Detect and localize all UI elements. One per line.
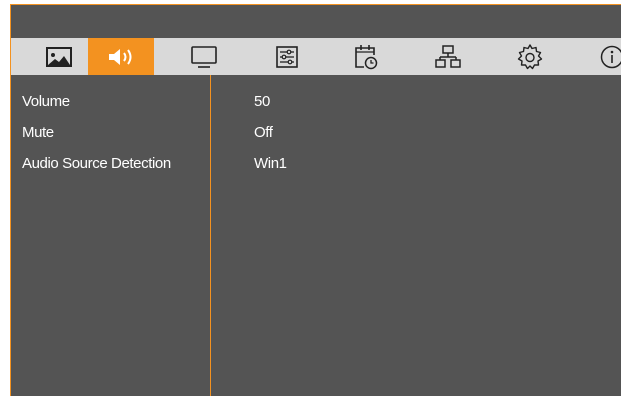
- column-divider: [210, 75, 211, 396]
- network-icon: [435, 44, 461, 68]
- menu-label-audio-source-detection: Audio Source Detection: [22, 155, 171, 172]
- audio-settings-list: Volume 50 Mute Off Audio Source Detectio…: [11, 75, 621, 396]
- tab-adjust[interactable]: [254, 38, 320, 75]
- gear-icon: [517, 43, 543, 69]
- tab-information[interactable]: [579, 38, 621, 75]
- menu-value-volume: 50: [254, 93, 270, 110]
- schedule-clock-icon: [355, 44, 378, 69]
- menu-value-audio-source-detection: Win1: [254, 155, 287, 172]
- tab-system[interactable]: [497, 38, 563, 75]
- info-icon: [600, 45, 621, 68]
- osd-menu-panel: Volume 50 Mute Off Audio Source Detectio…: [10, 4, 621, 396]
- speaker-icon: [109, 48, 132, 65]
- menu-label-volume: Volume: [22, 93, 70, 110]
- tab-picture[interactable]: [26, 38, 92, 75]
- tab-schedule[interactable]: [333, 38, 399, 75]
- menu-value-mute: Off: [254, 124, 273, 141]
- tab-display[interactable]: [171, 38, 237, 75]
- monitor-icon: [191, 45, 217, 68]
- category-tab-bar: [11, 38, 621, 75]
- tab-network[interactable]: [415, 38, 481, 75]
- menu-label-mute: Mute: [22, 124, 54, 141]
- picture-icon: [46, 46, 72, 67]
- tab-audio[interactable]: [88, 38, 154, 75]
- settings-sliders-icon: [276, 45, 298, 68]
